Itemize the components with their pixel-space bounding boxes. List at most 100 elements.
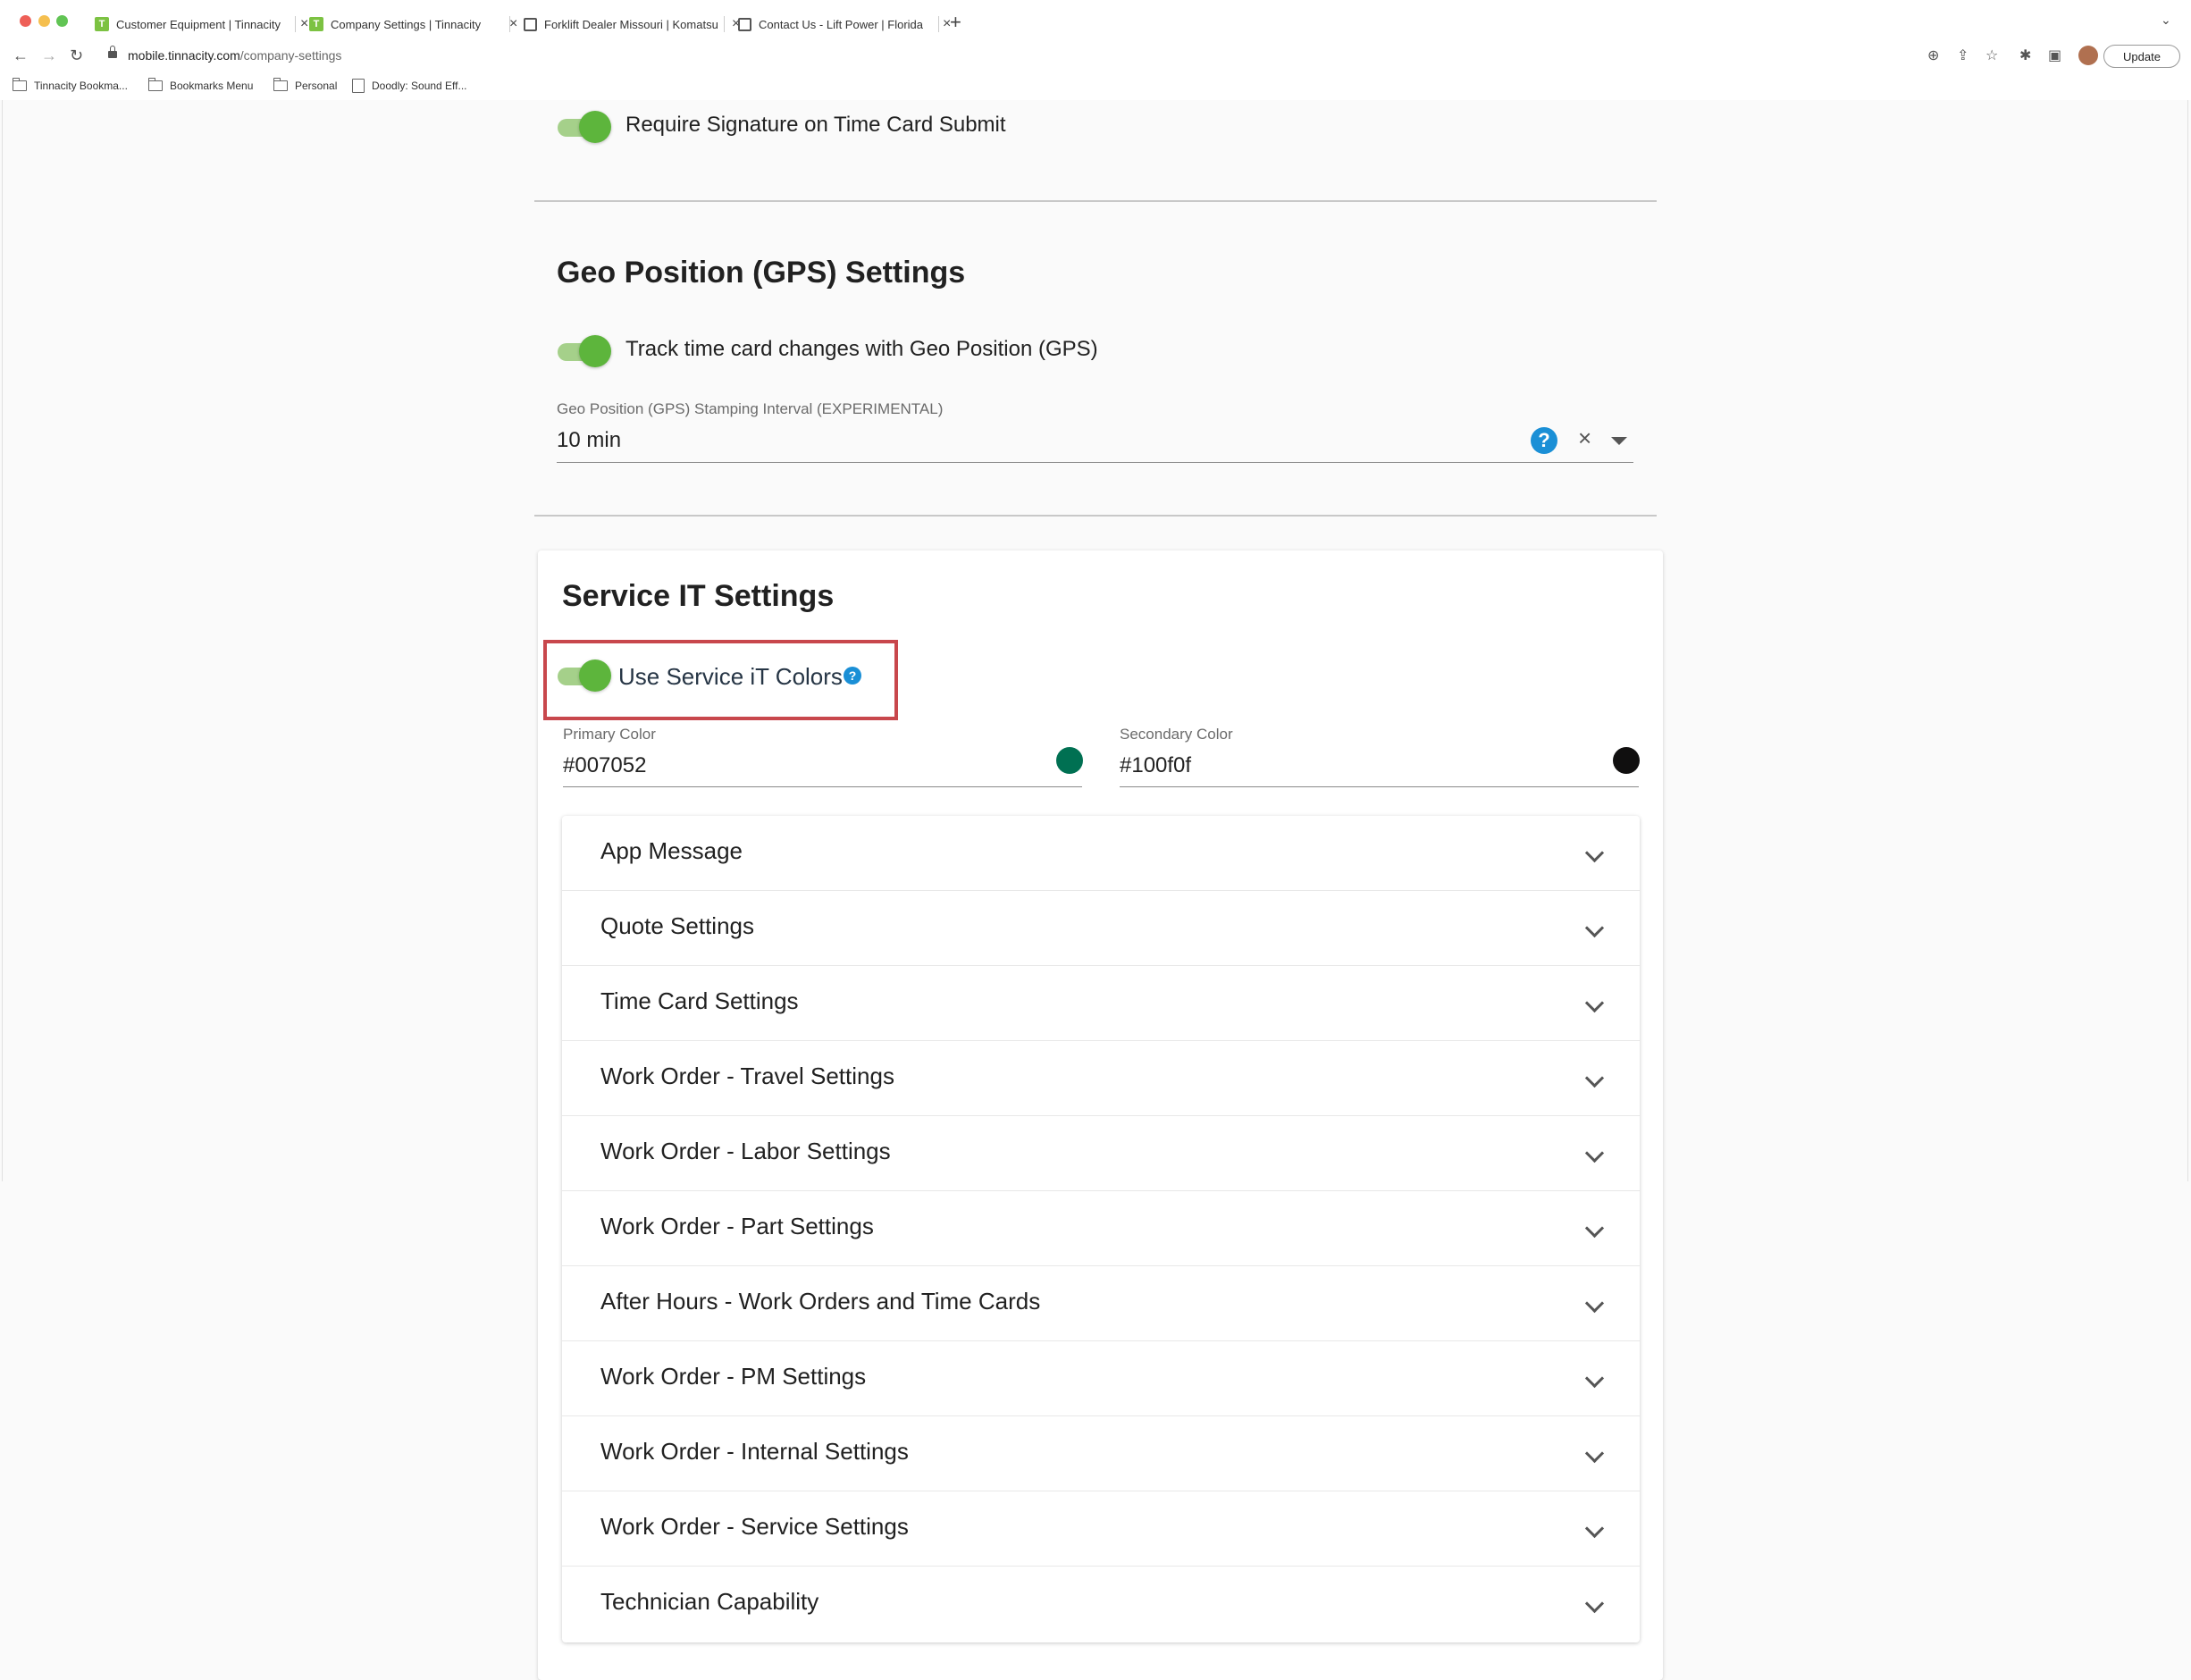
back-arrow-icon[interactable]: ←: [13, 46, 29, 65]
chevron-down-icon: [1584, 843, 1605, 863]
chevron-down-icon: [1584, 993, 1605, 1013]
panel-title: Quote Settings: [600, 912, 754, 939]
close-icon[interactable]: ×: [509, 16, 517, 32]
panel-internal-settings[interactable]: Work Order - Internal Settings: [562, 1416, 1640, 1491]
section-divider: [534, 200, 1657, 202]
panel-technician-capability[interactable]: Technician Capability: [562, 1567, 1640, 1642]
bookmark-bookmarks-menu[interactable]: Bookmarks Menu: [147, 75, 253, 97]
folder-icon: [147, 78, 163, 91]
bookmark-personal[interactable]: Personal: [273, 75, 337, 97]
reload-icon[interactable]: ↻: [70, 46, 83, 65]
chevron-down-icon: [1584, 1593, 1605, 1614]
lock-icon[interactable]: [108, 46, 117, 58]
panel-time-card-settings[interactable]: Time Card Settings: [562, 966, 1640, 1041]
tab-label: Company Settings | Tinnacity: [331, 17, 482, 31]
service-it-section-title: Service IT Settings: [562, 579, 835, 613]
primary-color-swatch[interactable]: [1056, 747, 1083, 774]
page-icon: [352, 79, 365, 93]
primary-color-input[interactable]: #007052: [563, 753, 646, 778]
require-signature-toggle[interactable]: [556, 111, 613, 143]
folder-icon: [273, 78, 288, 91]
tab-separator: [938, 16, 939, 32]
gps-interval-caption: Geo Position (GPS) Stamping Interval (EX…: [557, 400, 944, 417]
update-button[interactable]: Update: [2103, 45, 2180, 68]
panel-title: Work Order - Part Settings: [600, 1213, 874, 1239]
secondary-color-caption: Secondary Color: [1120, 726, 1233, 743]
primary-color-underline: [563, 786, 1082, 787]
panel-part-settings[interactable]: Work Order - Part Settings: [562, 1191, 1640, 1266]
secondary-color-underline: [1120, 786, 1639, 787]
bookmark-label: Tinnacity Bookma...: [34, 80, 128, 92]
bookmark-doodly[interactable]: Doodly: Sound Eff...: [352, 75, 467, 97]
extensions-icon[interactable]: ✱: [2019, 46, 2031, 64]
panel-title: Time Card Settings: [600, 987, 799, 1014]
tab-strip: T Customer Equipment | Tinnacity × T Com…: [0, 0, 2191, 48]
avatar[interactable]: [2078, 46, 2098, 65]
new-tab-button[interactable]: +: [950, 11, 961, 34]
primary-color-caption: Primary Color: [563, 726, 656, 743]
secondary-color-swatch[interactable]: [1613, 747, 1640, 774]
track-gps-label: Track time card changes with Geo Positio…: [625, 337, 1098, 361]
toggle-thumb: [579, 335, 611, 367]
panel-pm-settings[interactable]: Work Order - PM Settings: [562, 1341, 1640, 1416]
page-border: [2187, 100, 2188, 1181]
bookmark-label: Personal: [295, 80, 338, 92]
panel-title: Work Order - Labor Settings: [600, 1138, 891, 1164]
zoom-icon[interactable]: ⊕: [1927, 46, 1939, 64]
page-border: [2, 100, 3, 1181]
side-panel-icon[interactable]: ▣: [2048, 46, 2061, 64]
require-signature-label: Require Signature on Time Card Submit: [625, 113, 1006, 137]
share-icon[interactable]: ⇪: [1957, 46, 1969, 64]
bookmark-tinnacity[interactable]: Tinnacity Bookma...: [12, 75, 128, 97]
tinnacity-icon: T: [95, 17, 109, 31]
panel-title: App Message: [600, 837, 743, 864]
tab-search-chevron-icon[interactable]: ⌄: [2161, 13, 2171, 28]
address-bar[interactable]: mobile.tinnacity.com/company-settings: [128, 48, 341, 63]
clear-icon[interactable]: ×: [1578, 424, 1591, 452]
panel-title: Work Order - Service Settings: [600, 1513, 909, 1540]
settings-panel-list: App Message Quote Settings Time Card Set…: [562, 816, 1640, 1642]
tab-forklift-dealer[interactable]: Forklift Dealer Missouri | Komatsu ×: [524, 11, 740, 38]
chevron-down-icon: [1584, 1518, 1605, 1539]
tab-label: Contact Us - Lift Power | Florida: [759, 17, 923, 31]
chevron-down-icon: [1584, 918, 1605, 938]
folder-icon: [12, 78, 27, 91]
chevron-down-icon: [1584, 1443, 1605, 1464]
zoom-window-button[interactable]: [56, 15, 68, 27]
panel-title: After Hours - Work Orders and Time Cards: [600, 1288, 1041, 1315]
tab-company-settings[interactable]: T Company Settings | Tinnacity ×: [309, 11, 517, 38]
gps-interval-underline: [557, 462, 1633, 463]
panel-labor-settings[interactable]: Work Order - Labor Settings: [562, 1116, 1640, 1191]
url-path: /company-settings: [239, 48, 342, 63]
tab-customer-equipment[interactable]: T Customer Equipment | Tinnacity ×: [95, 11, 308, 38]
panel-title: Work Order - PM Settings: [600, 1363, 867, 1390]
dropdown-arrow-icon[interactable]: [1611, 437, 1627, 445]
tab-separator: [295, 16, 296, 32]
toggle-thumb: [579, 111, 611, 143]
panel-travel-settings[interactable]: Work Order - Travel Settings: [562, 1041, 1640, 1116]
panel-after-hours[interactable]: After Hours - Work Orders and Time Cards: [562, 1266, 1640, 1341]
panel-service-settings[interactable]: Work Order - Service Settings: [562, 1491, 1640, 1567]
globe-icon: [524, 17, 537, 31]
tab-contact-us[interactable]: Contact Us - Lift Power | Florida ×: [738, 11, 951, 38]
forward-arrow-icon[interactable]: →: [41, 46, 57, 65]
gps-section-title: Geo Position (GPS) Settings: [557, 256, 966, 290]
close-window-button[interactable]: [20, 15, 31, 27]
update-label: Update: [2123, 49, 2161, 63]
chevron-down-icon: [1584, 1218, 1605, 1239]
help-icon[interactable]: ?: [1531, 427, 1557, 454]
secondary-color-input[interactable]: #100f0f: [1120, 753, 1191, 778]
minimize-window-button[interactable]: [38, 15, 50, 27]
panel-title: Work Order - Internal Settings: [600, 1438, 909, 1465]
tab-label: Forklift Dealer Missouri | Komatsu: [544, 17, 718, 31]
star-icon[interactable]: ☆: [1985, 46, 1998, 64]
panel-quote-settings[interactable]: Quote Settings: [562, 891, 1640, 966]
chevron-down-icon: [1584, 1368, 1605, 1389]
track-gps-toggle[interactable]: [556, 335, 613, 367]
close-icon[interactable]: ×: [300, 16, 308, 32]
tab-label: Customer Equipment | Tinnacity: [116, 17, 281, 31]
section-divider: [534, 515, 1657, 517]
gps-interval-select[interactable]: 10 min: [557, 428, 621, 453]
panel-app-message[interactable]: App Message: [562, 816, 1640, 891]
bookmark-label: Doodly: Sound Eff...: [372, 80, 467, 92]
